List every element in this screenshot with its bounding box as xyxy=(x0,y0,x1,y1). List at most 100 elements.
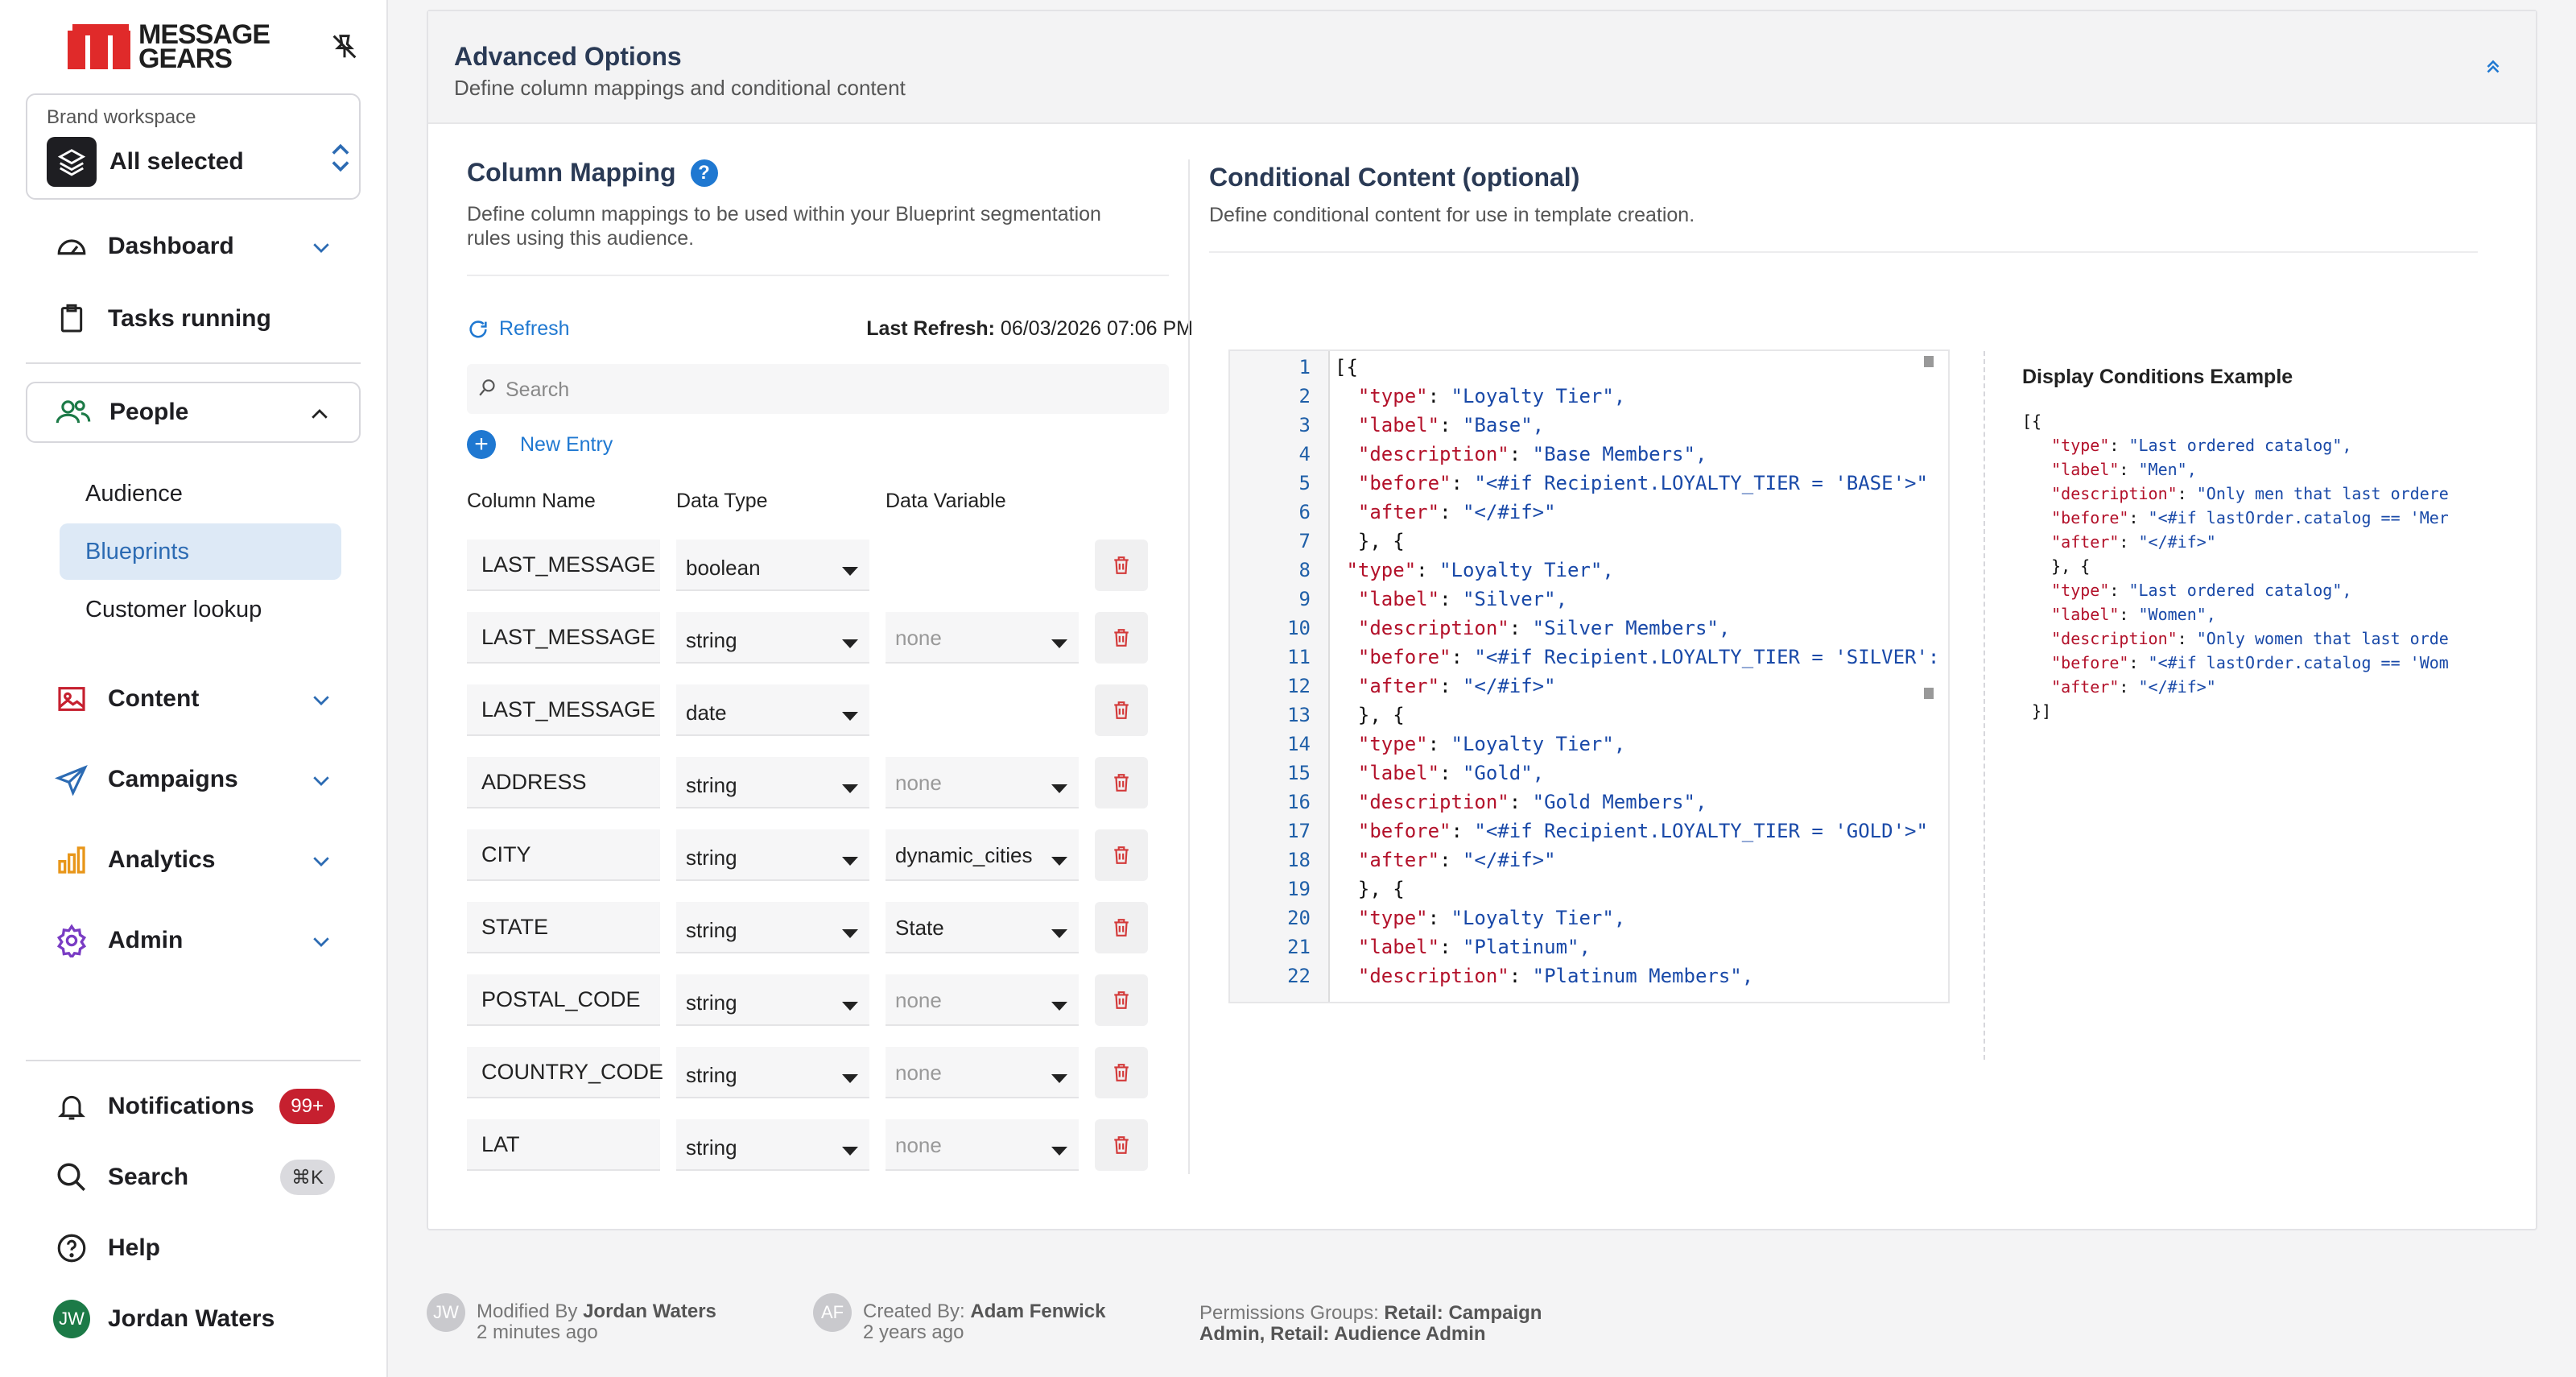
delete-row-button[interactable] xyxy=(1095,612,1148,664)
line-number-gutter: 1 2 3 4 5 6 7 8 9 10 11 12 13 14 15 16 17 18 19 20 21 22 xyxy=(1230,351,1330,1002)
chevron-down-icon[interactable] xyxy=(309,688,333,716)
column-name-field[interactable]: ADDRESS xyxy=(467,757,660,808)
nav-blueprints[interactable]: Blueprints xyxy=(60,523,341,580)
nav-dashboard[interactable]: Dashboard xyxy=(26,216,361,277)
column-mapping-title: Column Mapping ? xyxy=(467,158,1169,188)
nav-people[interactable]: People xyxy=(26,382,361,443)
code-line: "label": "Silver", xyxy=(1357,588,1568,610)
created-by-block: AF Created By: Adam Fenwick 2 years ago xyxy=(813,1282,1105,1343)
clipboard-icon xyxy=(53,300,90,337)
chevron-down-icon[interactable] xyxy=(309,849,333,877)
column-name-field[interactable]: LAST_MESSAGE xyxy=(467,540,660,591)
data-variable-select[interactable]: none xyxy=(886,974,1079,1026)
delete-row-button[interactable] xyxy=(1095,540,1148,591)
avatar: JW xyxy=(427,1293,465,1332)
data-type-select[interactable]: string xyxy=(676,829,869,881)
header-column-name: Column Name xyxy=(467,490,596,512)
scrollbar-marker[interactable] xyxy=(1924,688,1934,699)
code-line: "type": "Loyalty Tier", xyxy=(1357,385,1626,407)
conditional-content-code-editor[interactable]: 1 2 3 4 5 6 7 8 9 10 11 12 13 14 15 16 17 18 19 20 21 22 [{ "… xyxy=(1228,349,1950,1003)
delete-row-button[interactable] xyxy=(1095,1119,1148,1171)
display-conditions-example-title: Display Conditions Example xyxy=(2022,366,2293,388)
bar-chart-icon xyxy=(53,842,90,879)
data-type-select[interactable]: string xyxy=(676,902,869,953)
code-line: "type": "Loyalty Tier", xyxy=(1357,907,1626,929)
data-type-select[interactable]: string xyxy=(676,974,869,1026)
line-number: 10 xyxy=(1287,617,1311,639)
caret-down-icon xyxy=(842,1147,858,1156)
delete-row-button[interactable] xyxy=(1095,974,1148,1026)
data-type-value: string xyxy=(686,918,737,942)
nav-analytics[interactable]: Analytics xyxy=(26,829,361,891)
column-name-field[interactable]: STATE xyxy=(467,902,660,953)
column-name-field[interactable]: CITY xyxy=(467,829,660,881)
data-variable-select[interactable]: none xyxy=(886,757,1079,808)
gauge-icon xyxy=(53,228,90,265)
nav-user-profile[interactable]: JW Jordan Waters xyxy=(26,1288,361,1350)
search-input[interactable]: Search xyxy=(467,364,1169,414)
scrollbar-marker[interactable] xyxy=(1924,356,1934,367)
conditional-content-title: Conditional Content (optional) xyxy=(1209,163,1580,192)
nav-audience[interactable]: Audience xyxy=(60,465,341,522)
data-variable-value: none xyxy=(895,626,942,650)
divider xyxy=(467,275,1169,276)
nav-notifications[interactable]: Notifications 99+ xyxy=(26,1076,361,1137)
caret-down-icon xyxy=(1051,1147,1067,1156)
collapse-chevron-icon[interactable] xyxy=(2483,56,2504,81)
data-type-select[interactable]: string xyxy=(676,612,869,664)
data-type-select[interactable]: boolean xyxy=(676,540,869,591)
delete-row-button[interactable] xyxy=(1095,757,1148,808)
nav-campaigns[interactable]: Campaigns xyxy=(26,749,361,810)
code-line: }, { xyxy=(1335,530,1405,552)
delete-row-button[interactable] xyxy=(1095,829,1148,881)
unpin-sidebar-icon[interactable] xyxy=(328,31,361,63)
line-number: 12 xyxy=(1287,675,1311,697)
chevron-up-icon[interactable] xyxy=(308,403,332,431)
data-type-select[interactable]: string xyxy=(676,1047,869,1098)
advanced-options-header[interactable]: Advanced Options Define column mappings … xyxy=(428,11,2536,124)
data-type-select[interactable]: string xyxy=(676,1119,869,1171)
data-variable-select[interactable]: State xyxy=(886,902,1079,953)
caret-down-icon xyxy=(842,639,858,648)
data-variable-select[interactable]: none xyxy=(886,612,1079,664)
nav-customer-lookup[interactable]: Customer lookup xyxy=(60,581,341,638)
panel-subtitle: Define column mappings and conditional c… xyxy=(454,76,906,100)
brand-workspace-selector[interactable]: Brand workspace All selected xyxy=(26,93,361,200)
delete-row-button[interactable] xyxy=(1095,1047,1148,1098)
data-variable-select[interactable]: none xyxy=(886,1119,1079,1171)
caret-down-icon xyxy=(842,1002,858,1011)
nav-search[interactable]: Search ⌘K xyxy=(26,1147,361,1208)
column-name-field[interactable]: POSTAL_CODE xyxy=(467,974,660,1026)
refresh-button[interactable]: Refresh xyxy=(467,317,570,341)
data-type-select[interactable]: string xyxy=(676,757,869,808)
delete-row-button[interactable] xyxy=(1095,684,1148,736)
data-variable-select[interactable]: dynamic_cities xyxy=(886,829,1079,881)
nav-admin[interactable]: Admin xyxy=(26,910,361,971)
help-icon[interactable]: ? xyxy=(690,159,718,187)
column-divider xyxy=(1188,159,1190,1174)
modified-by-label: Modified By xyxy=(477,1300,578,1322)
data-type-select[interactable]: date xyxy=(676,684,869,736)
nav-content[interactable]: Content xyxy=(26,668,361,730)
nav-tasks-running[interactable]: Tasks running xyxy=(26,288,361,349)
chevron-down-icon[interactable] xyxy=(309,235,333,263)
modified-by-name: Jordan Waters xyxy=(583,1300,716,1322)
line-number: 16 xyxy=(1287,791,1311,813)
column-name-field[interactable]: LAT xyxy=(467,1119,660,1171)
nav-help[interactable]: Help xyxy=(26,1218,361,1279)
column-name-field[interactable]: LAST_MESSAGE xyxy=(467,684,660,736)
caret-down-icon xyxy=(1051,1074,1067,1083)
data-type-value: string xyxy=(686,1135,737,1160)
chevron-down-icon[interactable] xyxy=(309,929,333,957)
data-variable-select[interactable]: none xyxy=(886,1047,1079,1098)
trash-icon xyxy=(1114,846,1129,864)
line-number: 1 xyxy=(1298,356,1311,378)
delete-row-button[interactable] xyxy=(1095,902,1148,953)
chevron-down-icon[interactable] xyxy=(309,768,333,796)
brand-logo[interactable]: MESSAGE GEARS xyxy=(68,19,270,74)
brand-logo-text: MESSAGE GEARS xyxy=(138,19,270,74)
code-line: "before": "<#if Recipient.LOYALTY_TIER =… xyxy=(1357,646,1940,668)
new-entry-button[interactable]: + New Entry xyxy=(467,430,613,459)
column-name-field[interactable]: LAST_MESSAGE xyxy=(467,612,660,664)
column-name-field[interactable]: COUNTRY_CODE xyxy=(467,1047,663,1098)
